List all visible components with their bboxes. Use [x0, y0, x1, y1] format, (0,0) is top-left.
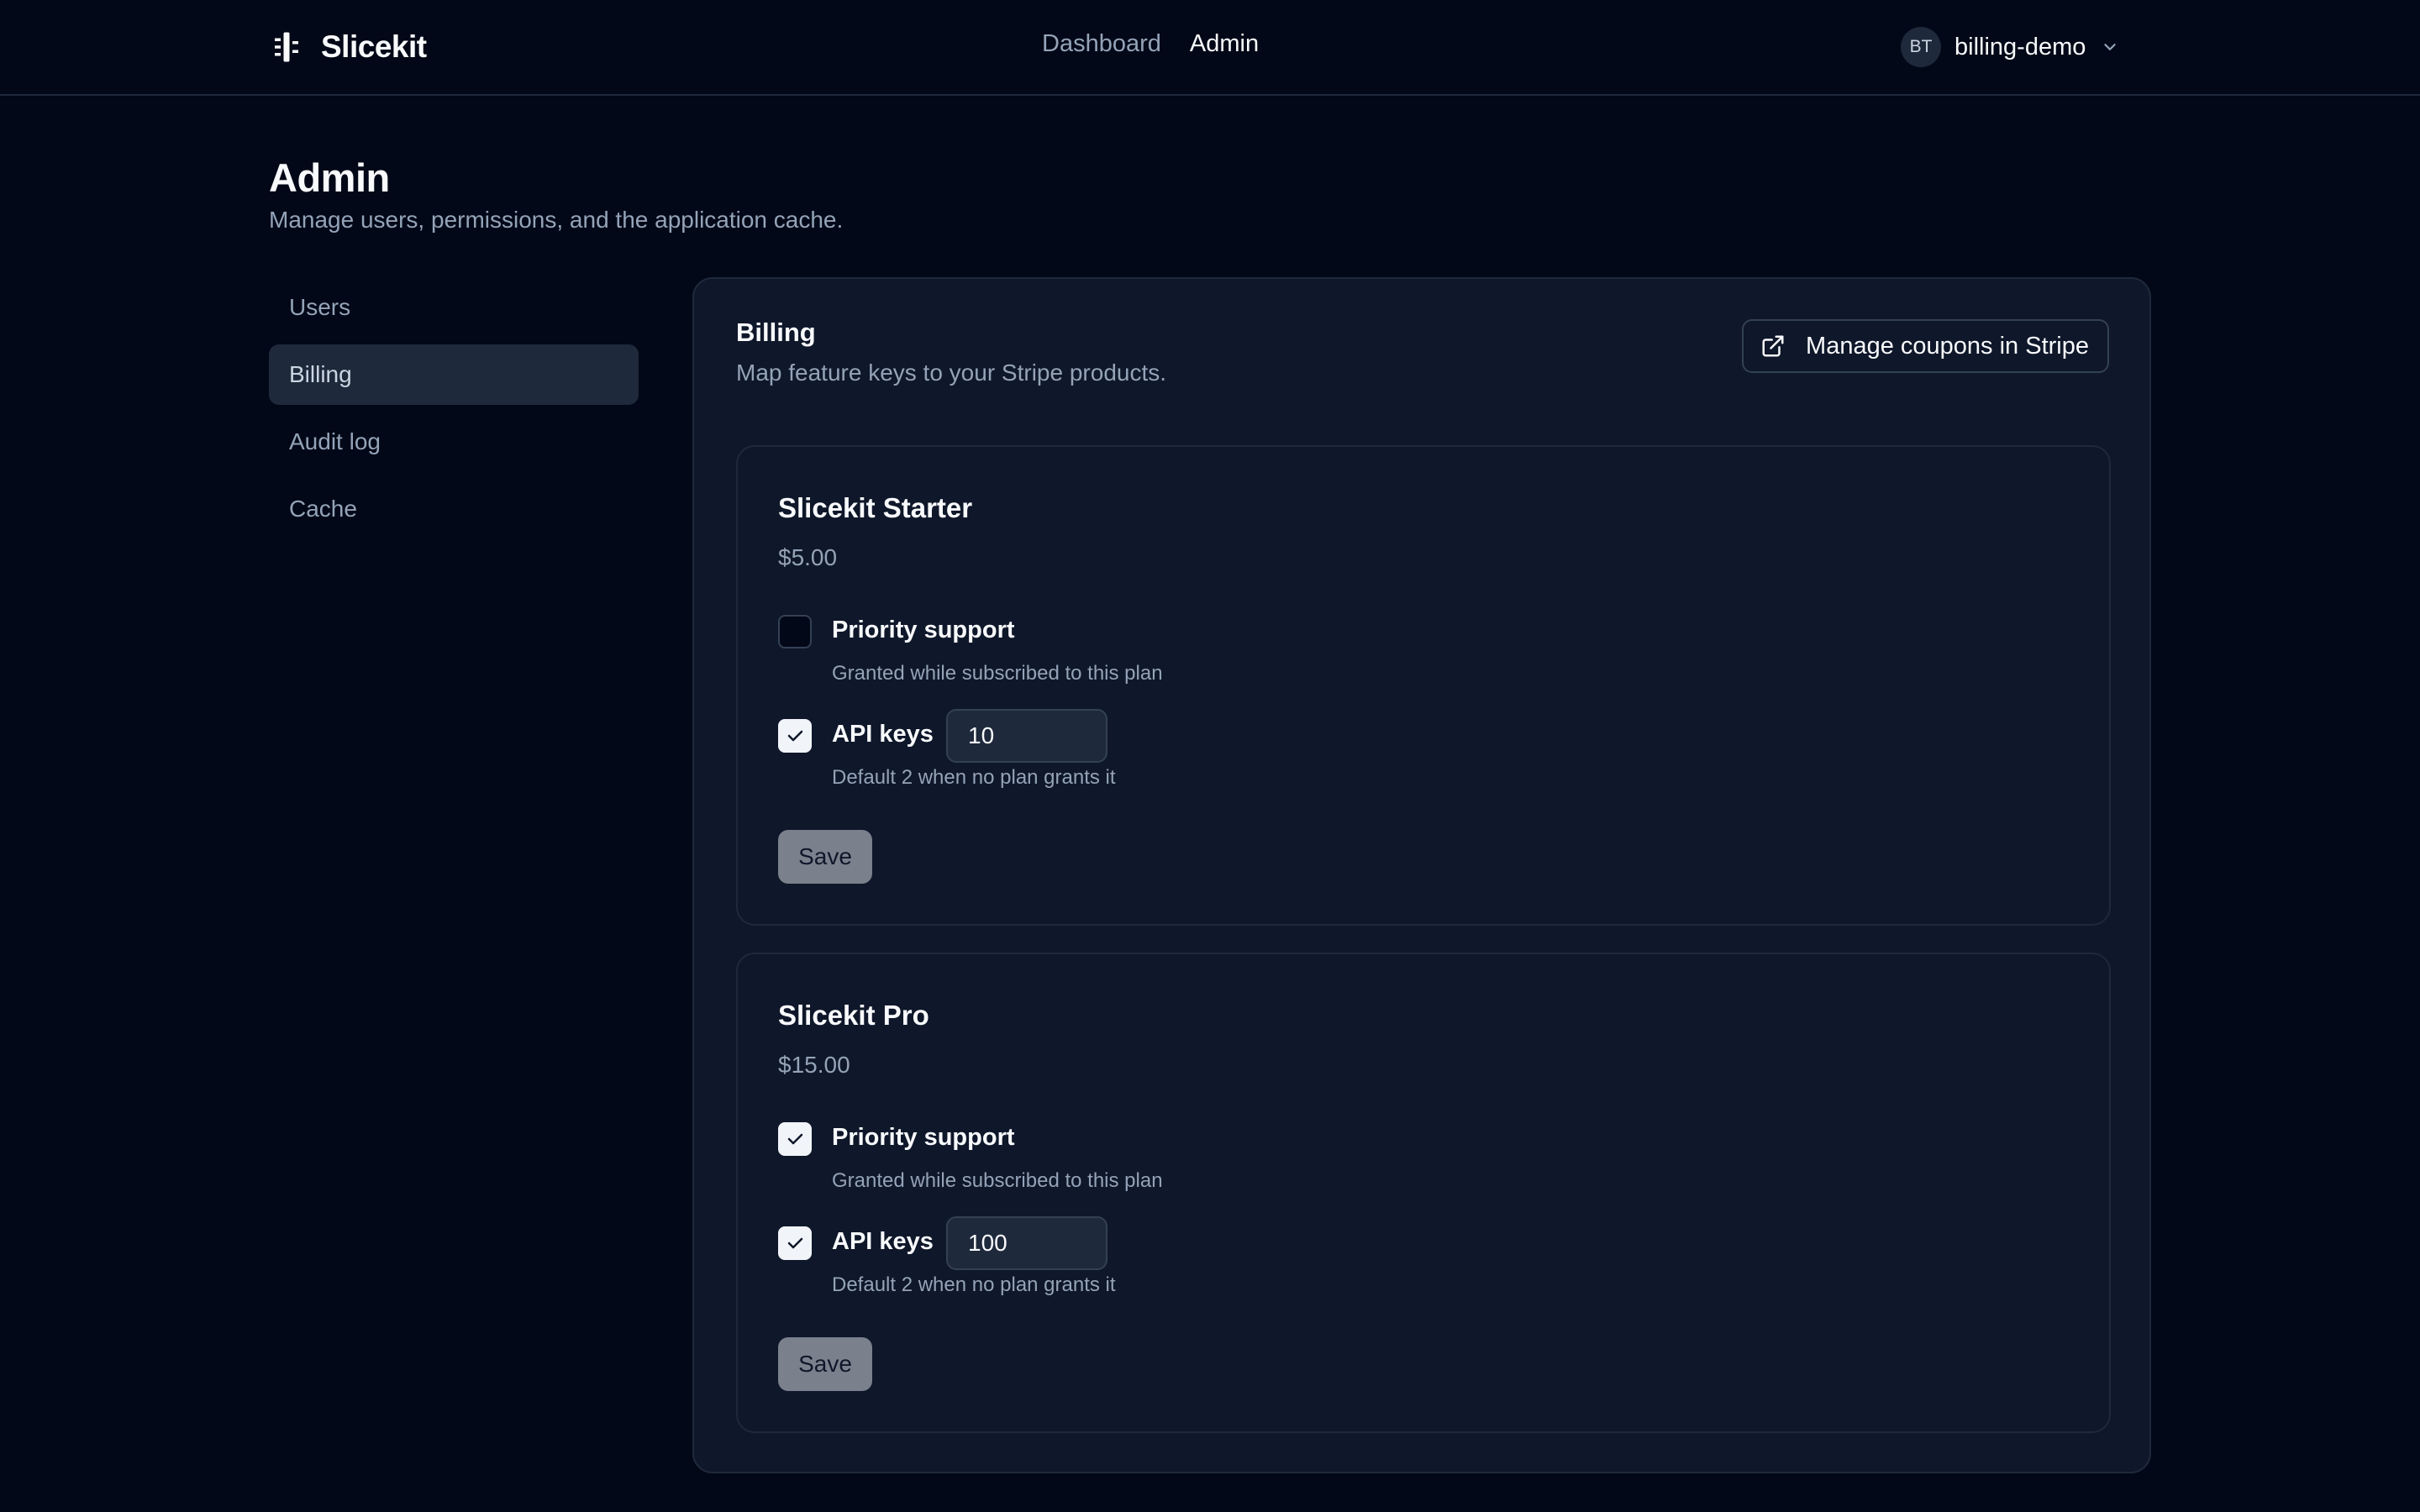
user-menu[interactable]: BT billing-demo — [1901, 27, 2119, 67]
plan-price: $15.00 — [778, 1052, 850, 1078]
billing-panel: Billing Map feature keys to your Stripe … — [692, 277, 2151, 1473]
save-button[interactable]: Save — [778, 830, 872, 884]
billing-title: Billing — [736, 318, 816, 347]
priority-support-checkbox[interactable] — [778, 615, 812, 648]
feature-label: API keys — [832, 721, 934, 748]
external-link-icon — [1762, 335, 1784, 357]
page-subtitle: Manage users, permissions, and the appli… — [269, 207, 844, 233]
main-nav: Dashboard Admin — [1042, 30, 1259, 58]
api-keys-checkbox[interactable] — [778, 1226, 812, 1260]
sidebar-item-cache[interactable]: Cache — [269, 479, 639, 539]
sidebar-item-audit-log[interactable]: Audit log — [269, 412, 639, 472]
sidebar-item-billing[interactable]: Billing — [269, 344, 639, 405]
brand-name: Slicekit — [321, 29, 427, 64]
feature-hint: Granted while subscribed to this plan — [832, 662, 1163, 685]
save-button[interactable]: Save — [778, 1337, 872, 1391]
feature-hint: Granted while subscribed to this plan — [832, 1169, 1163, 1192]
slicekit-logo-icon — [275, 32, 298, 62]
chevron-down-icon — [2104, 44, 2117, 50]
feature-label: Priority support — [832, 617, 1015, 643]
username: billing-demo — [1954, 33, 2086, 60]
feature-hint: Default 2 when no plan grants it — [832, 1273, 1116, 1296]
page-title: Admin — [269, 155, 390, 200]
check-icon — [787, 1237, 803, 1249]
billing-subtitle: Map feature keys to your Stripe products… — [736, 360, 1167, 386]
avatar: BT — [1901, 27, 1941, 67]
manage-coupons-button[interactable]: Manage coupons in Stripe — [1742, 319, 2109, 373]
feature-label: API keys — [832, 1228, 934, 1255]
api-keys-checkbox[interactable] — [778, 719, 812, 753]
plan-name: Slicekit Pro — [778, 1000, 929, 1031]
brand[interactable]: Slicekit — [269, 25, 427, 69]
api-keys-limit-input[interactable] — [946, 709, 1107, 763]
nav-admin[interactable]: Admin — [1190, 30, 1259, 58]
check-icon — [787, 1133, 803, 1145]
plan-price: $5.00 — [778, 544, 838, 570]
api-keys-limit-input[interactable] — [946, 1216, 1107, 1270]
priority-support-checkbox[interactable] — [778, 1122, 812, 1156]
manage-coupons-label: Manage coupons in Stripe — [1806, 332, 2089, 360]
sidebar-item-users[interactable]: Users — [269, 277, 639, 338]
plan-name: Slicekit Starter — [778, 492, 973, 523]
top-nav-bar: Slicekit Dashboard Admin BT billing-demo — [0, 0, 2420, 96]
check-icon — [787, 730, 803, 742]
admin-sidebar: Users Billing Audit log Cache — [269, 277, 639, 546]
plan-card-starter: Slicekit Starter $5.00 Priority support … — [736, 445, 2111, 926]
feature-label: Priority support — [832, 1124, 1015, 1151]
plan-card-pro: Slicekit Pro $15.00 Priority support Gra… — [736, 953, 2111, 1433]
feature-hint: Default 2 when no plan grants it — [832, 766, 1116, 789]
nav-dashboard[interactable]: Dashboard — [1042, 30, 1161, 58]
